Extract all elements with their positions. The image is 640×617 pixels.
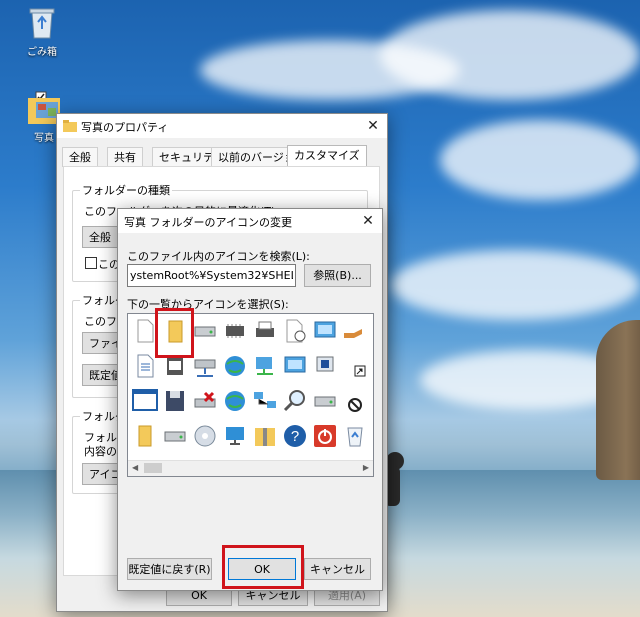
- recycle-bin-desktop-icon[interactable]: ごみ箱: [12, 6, 72, 58]
- scroll-right-icon[interactable]: ▶: [363, 463, 369, 472]
- properties-titlebar: 写真のプロパティ ✕: [57, 114, 387, 138]
- no-entry-icon[interactable]: [341, 387, 371, 417]
- browse-button[interactable]: 参照(B)...: [304, 264, 371, 287]
- select-icon-label: 下の一覧からアイコンを選択(S):: [127, 298, 289, 311]
- icon-list-scrollbar[interactable]: ◀ ▶: [128, 460, 373, 476]
- hand-share-icon[interactable]: [341, 317, 371, 347]
- properties-title: 写真のプロパティ: [81, 121, 169, 134]
- change-icon-titlebar: 写真 フォルダーのアイコンの変更 ✕: [118, 209, 382, 233]
- change-icon-button[interactable]: アイコン: [82, 463, 132, 485]
- document-clock-icon[interactable]: [281, 317, 311, 347]
- monitor-icon[interactable]: [221, 422, 251, 452]
- control-panel-icon[interactable]: [281, 352, 311, 382]
- globe-icon[interactable]: [221, 352, 251, 382]
- recycle-bin-label: ごみ箱: [27, 47, 57, 58]
- dialog-cancel-button[interactable]: キャンセル: [304, 558, 371, 580]
- drive-error-icon[interactable]: [191, 387, 221, 417]
- tab-customize[interactable]: カスタマイズ: [287, 145, 367, 167]
- close-icon[interactable]: ✕: [363, 117, 383, 135]
- change-icon-title: 写真 フォルダーのアイコンの変更: [124, 216, 292, 229]
- folder-icon: [63, 120, 77, 135]
- network-computer-icon[interactable]: [251, 352, 281, 382]
- drive-network-icon[interactable]: [191, 352, 221, 382]
- zip-folder-icon[interactable]: [251, 422, 281, 452]
- highlight-selected-icon: [155, 308, 194, 358]
- recycle-bin-icon: [12, 6, 72, 43]
- search-file-label: このファイル内のアイコンを検索(L):: [127, 250, 310, 263]
- network-icon[interactable]: [251, 387, 281, 417]
- monitor-screen-icon[interactable]: [311, 317, 341, 347]
- cd-icon[interactable]: [191, 422, 221, 452]
- scroll-left-icon[interactable]: ◀: [132, 463, 138, 472]
- svg-text:?: ?: [291, 428, 299, 445]
- help-icon[interactable]: ?: [281, 422, 311, 452]
- tab-general[interactable]: 全般: [62, 147, 98, 167]
- choose-file-button[interactable]: ファイル: [82, 332, 133, 354]
- close-icon[interactable]: ✕: [358, 212, 378, 230]
- highlight-ok-button: [222, 545, 304, 589]
- drive-icon[interactable]: [191, 317, 221, 347]
- floppy-save-icon[interactable]: [161, 387, 191, 417]
- display-settings-icon[interactable]: [311, 352, 341, 382]
- magnifier-icon[interactable]: [281, 387, 311, 417]
- chip-icon[interactable]: [221, 317, 251, 347]
- window-icon[interactable]: [131, 387, 161, 417]
- recycle-bin-icon[interactable]: [341, 422, 371, 452]
- network-drive-icon[interactable]: [311, 387, 341, 417]
- restore-default-button[interactable]: 既定値に戻す(R): [127, 558, 212, 580]
- apply-subfolders-checkbox[interactable]: [85, 257, 97, 269]
- power-icon[interactable]: [311, 422, 341, 452]
- folder-type-title: フォルダーの種類: [80, 182, 172, 198]
- folder-type-select[interactable]: 全般: [82, 226, 122, 248]
- icon-file-path-input[interactable]: [127, 264, 296, 287]
- printer-icon[interactable]: [251, 317, 281, 347]
- folder-open-icon[interactable]: [131, 422, 161, 452]
- globe-world-icon[interactable]: [221, 387, 251, 417]
- drive-removable-icon[interactable]: [161, 422, 191, 452]
- shortcut-arrow-icon[interactable]: [341, 352, 371, 382]
- scrollbar-thumb[interactable]: [144, 463, 162, 473]
- restore-picture-button[interactable]: 既定値: [82, 364, 122, 386]
- tab-sharing[interactable]: 共有: [107, 147, 143, 167]
